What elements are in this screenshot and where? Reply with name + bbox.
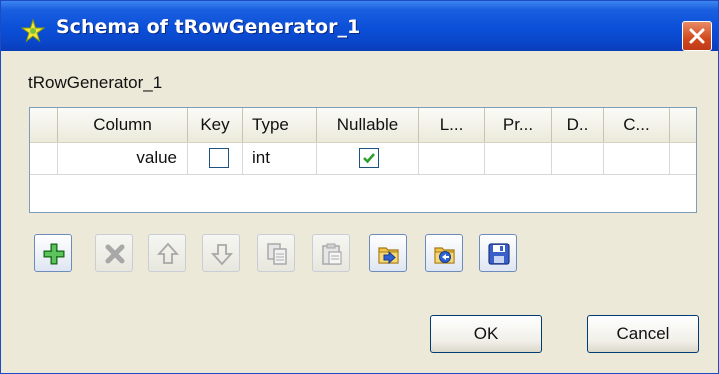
schema-table: Column Key Type Nullable L... Pr... D.. … — [29, 107, 697, 213]
cell-length[interactable] — [419, 142, 485, 174]
copy-icon — [267, 243, 287, 265]
table-row[interactable]: value int — [30, 142, 696, 175]
component-label: tRowGenerator_1 — [28, 73, 163, 92]
header-comment[interactable]: C... — [604, 108, 670, 142]
cell-comment[interactable] — [604, 142, 670, 174]
title-bar[interactable]: Schema of tRowGenerator_1 — [1, 1, 718, 51]
header-precision[interactable]: Pr... — [485, 108, 552, 142]
header-length[interactable]: L... — [419, 108, 485, 142]
delete-button[interactable] — [95, 234, 133, 272]
talend-star-icon — [20, 18, 46, 43]
move-down-icon — [210, 244, 234, 266]
copy-button[interactable] — [257, 234, 295, 272]
table-header: Column Key Type Nullable L... Pr... D.. … — [30, 108, 696, 143]
paste-button[interactable] — [312, 234, 350, 272]
save-icon — [488, 243, 510, 265]
add-icon — [43, 243, 65, 265]
cell-type[interactable]: int — [243, 142, 317, 174]
cell-default[interactable] — [552, 142, 604, 174]
row-gutter — [30, 142, 58, 174]
header-key[interactable]: Key — [188, 108, 243, 142]
header-column[interactable]: Column — [58, 108, 188, 142]
cell-column[interactable]: value — [58, 142, 188, 174]
move-down-button[interactable] — [202, 234, 240, 272]
cancel-button[interactable]: Cancel — [587, 315, 699, 353]
ok-button[interactable]: OK — [430, 315, 542, 353]
close-button[interactable] — [682, 21, 712, 51]
import-button[interactable] — [369, 234, 407, 272]
export-button[interactable] — [425, 234, 463, 272]
header-type[interactable]: Type — [243, 108, 317, 142]
paste-icon — [322, 243, 342, 265]
window-title: Schema of tRowGenerator_1 — [56, 16, 361, 38]
header-nullable[interactable]: Nullable — [317, 108, 419, 142]
import-icon — [378, 247, 399, 265]
header-default[interactable]: D.. — [552, 108, 604, 142]
schema-dialog: Schema of tRowGenerator_1 tRowGenerator_… — [0, 0, 719, 374]
header-rownum — [30, 108, 58, 142]
cell-key[interactable] — [188, 142, 243, 174]
save-button[interactable] — [479, 234, 517, 272]
cell-precision[interactable] — [485, 142, 552, 174]
nullable-checkbox[interactable] — [359, 148, 379, 168]
add-button[interactable] — [34, 234, 72, 272]
move-up-icon — [156, 242, 180, 264]
key-checkbox[interactable] — [209, 148, 229, 168]
export-icon — [434, 247, 455, 264]
delete-icon — [105, 244, 125, 264]
cell-nullable[interactable] — [317, 142, 419, 174]
close-icon — [689, 28, 705, 44]
move-up-button[interactable] — [148, 234, 186, 272]
checkmark-icon — [363, 153, 375, 164]
